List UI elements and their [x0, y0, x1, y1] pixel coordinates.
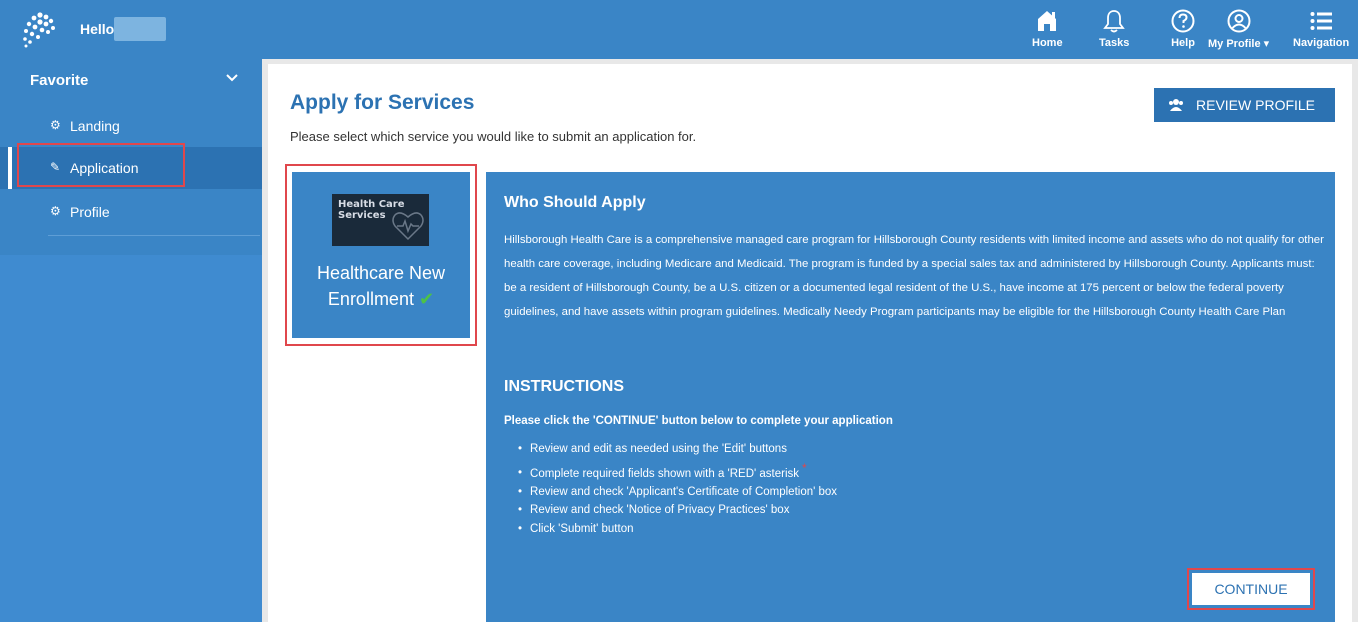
page-title: Apply for Services — [290, 91, 475, 114]
instruction-item: Click 'Submit' button — [522, 520, 837, 539]
nav-help[interactable]: Help — [1170, 8, 1196, 49]
instructions-list: Review and edit as needed using the 'Edi… — [522, 440, 837, 538]
profile-icon — [1227, 9, 1251, 33]
nav-navigation[interactable]: Navigation — [1293, 8, 1349, 49]
gear-icon: ⚙ — [50, 204, 61, 218]
review-profile-button[interactable]: REVIEW PROFILE — [1154, 88, 1335, 122]
instruction-text: Review and edit as needed using the 'Edi… — [530, 443, 787, 455]
sidebar-item-label: Profile — [70, 204, 110, 220]
service-card-title-line1: Healthcare New — [316, 263, 446, 283]
greeting-text: Hello — [80, 21, 115, 37]
nav-my-profile-label: My Profile ▾ — [1208, 38, 1270, 50]
instructions-heading: INSTRUCTIONS — [504, 378, 624, 395]
sidebar-item-profile[interactable]: ⚙ Profile — [0, 191, 262, 233]
help-icon — [1171, 9, 1195, 33]
top-bar: Hello Home Tasks Help My Profile ▾ Navig… — [0, 0, 1358, 59]
username-redacted — [114, 17, 166, 41]
sidebar-section-label: Favorite — [30, 72, 89, 89]
who-should-apply-text: Hillsborough Health Care is a comprehens… — [504, 234, 1324, 318]
instruction-item: Review and check 'Applicant's Certificat… — [522, 483, 837, 502]
service-card-healthcare-enrollment[interactable]: Health Care Services Healthcare New Enro… — [292, 172, 470, 338]
sidebar: Favorite ⚙ Landing ✎ Application ⚙ Profi… — [0, 59, 262, 622]
logo-text-line1: Health Care — [338, 199, 405, 210]
main-content: Apply for Services Please select which s… — [268, 64, 1352, 622]
instruction-item: Complete required fields shown with a 'R… — [522, 459, 837, 483]
logo-text-line2: Services — [338, 210, 386, 221]
service-info-panel: Who Should Apply Hillsborough Health Car… — [486, 172, 1335, 622]
home-icon — [1038, 11, 1057, 31]
sidebar-item-landing[interactable]: ⚙ Landing — [0, 105, 262, 147]
who-should-apply-heading: Who Should Apply — [504, 194, 646, 211]
instruction-item: Review and edit as needed using the 'Edi… — [522, 440, 837, 459]
users-icon — [1169, 99, 1183, 111]
instruction-item: Review and check 'Notice of Privacy Prac… — [522, 501, 837, 520]
nav-my-profile[interactable]: My Profile ▾ — [1208, 8, 1269, 50]
nav-navigation-label: Navigation — [1293, 37, 1350, 49]
review-profile-label: REVIEW PROFILE — [1196, 97, 1316, 113]
sidebar-lower-area — [0, 255, 262, 622]
nav-tasks-label: Tasks — [1099, 37, 1130, 49]
instructions-lead: Please click the 'CONTINUE' button below… — [504, 415, 893, 427]
heart-pulse-icon — [392, 212, 424, 241]
instruction-text: Click 'Submit' button — [530, 522, 634, 535]
health-care-services-logo: Health Care Services — [332, 194, 429, 246]
page-subtitle: Please select which service you would li… — [290, 129, 697, 144]
continue-button[interactable]: CONTINUE — [1192, 573, 1310, 605]
sidebar-section-favorite[interactable]: Favorite — [0, 59, 262, 99]
nav-help-label: Help — [1171, 37, 1195, 49]
nav-tasks[interactable]: Tasks — [1099, 8, 1129, 49]
nav-home-label: Home — [1032, 37, 1063, 49]
required-asterisk: * — [802, 460, 807, 475]
highlight-box-application — [17, 143, 185, 187]
nav-home[interactable]: Home — [1032, 8, 1063, 49]
chevron-down-icon — [226, 74, 238, 82]
instruction-text: Review and check 'Notice of Privacy Prac… — [530, 504, 790, 517]
instruction-text: Complete required fields shown with a 'R… — [530, 467, 800, 480]
menu-icon — [1310, 12, 1333, 30]
service-card-title-line2: Enrollment — [327, 289, 414, 309]
bell-icon — [1103, 10, 1125, 33]
instruction-text: Review and check 'Applicant's Certificat… — [530, 485, 838, 498]
service-card-title: Healthcare New Enrollment ✔ — [292, 260, 470, 312]
app-logo-icon[interactable] — [20, 10, 60, 50]
check-icon: ✔ — [418, 289, 435, 309]
sidebar-divider — [48, 235, 260, 236]
